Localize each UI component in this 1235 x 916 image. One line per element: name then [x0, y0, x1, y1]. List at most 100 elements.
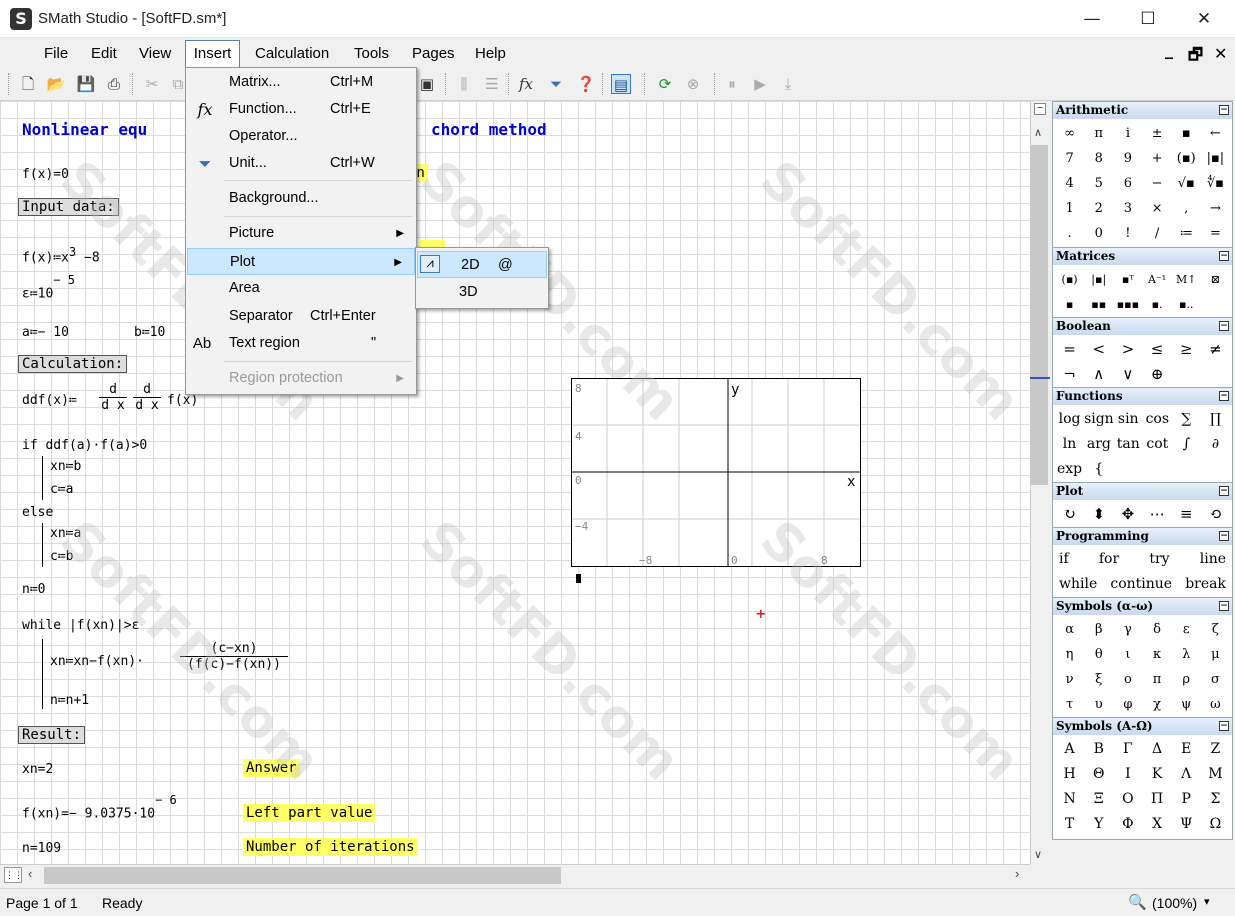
greek_upper-button[interactable]: Κ	[1142, 762, 1171, 787]
function-icon[interactable]: fx	[516, 74, 536, 94]
greek_lower-button[interactable]: ω	[1201, 692, 1230, 717]
arithmetic-button[interactable]: ←	[1201, 121, 1230, 146]
functions-button[interactable]: sin	[1114, 407, 1143, 432]
greek_upper-button[interactable]: Φ	[1113, 812, 1142, 837]
matrices-button[interactable]: ▪▪▪	[1113, 292, 1142, 317]
vertical-scroll-thumb[interactable]	[1031, 145, 1048, 485]
scroll-right-icon[interactable]: ›	[1015, 866, 1019, 881]
functions-button[interactable]: ∫	[1172, 432, 1201, 457]
menu-insert-separator[interactable]: Separator Ctrl+Enter	[186, 303, 416, 330]
greek_lower-button[interactable]: ρ	[1172, 667, 1201, 692]
greek_lower-button[interactable]: δ	[1142, 617, 1171, 642]
programming-button[interactable]: if	[1059, 547, 1069, 572]
greek_lower-button[interactable]: θ	[1084, 642, 1113, 667]
boolean-button[interactable]: ⊕	[1142, 362, 1171, 387]
step-icon[interactable]: ⤓	[778, 74, 798, 94]
greek_upper-button[interactable]: Σ	[1201, 787, 1230, 812]
functions-button[interactable]: ∂	[1201, 432, 1230, 457]
functions-button[interactable]: log	[1055, 407, 1084, 432]
greek_lower-button[interactable]: ι	[1113, 642, 1142, 667]
arithmetic-button[interactable]: 3	[1113, 196, 1142, 221]
greek_upper-button[interactable]: Ω	[1201, 812, 1230, 837]
arithmetic-button[interactable]: ,	[1172, 196, 1201, 221]
arithmetic-button[interactable]: 6	[1113, 171, 1142, 196]
greek_upper-button[interactable]: Ο	[1113, 787, 1142, 812]
menu-insert-function[interactable]: fx Function... Ctrl+E	[186, 96, 416, 123]
greek_lower-button[interactable]: φ	[1113, 692, 1142, 717]
arithmetic-button[interactable]: !	[1113, 221, 1142, 246]
menu-insert-background[interactable]: Background...	[186, 185, 416, 212]
menu-insert-area[interactable]: Area	[186, 275, 416, 302]
greek_upper-button[interactable]: Ρ	[1172, 787, 1201, 812]
greek_upper-button[interactable]: Ε	[1172, 737, 1201, 762]
plot-button[interactable]: ✥	[1113, 502, 1142, 527]
functions-button[interactable]: cot	[1143, 432, 1172, 457]
greek_upper-button[interactable]: Δ	[1142, 737, 1171, 762]
greek_lower-button[interactable]: ξ	[1084, 667, 1113, 692]
greek_lower-button[interactable]: ε	[1172, 617, 1201, 642]
arithmetic-button[interactable]: 4	[1055, 171, 1084, 196]
matrices-button[interactable]: ⊠	[1201, 267, 1230, 292]
menu-insert-matrix[interactable]: Matrix... Ctrl+M	[186, 69, 416, 96]
programming-button[interactable]: break	[1185, 572, 1226, 597]
boolean-button[interactable]: ≥	[1172, 337, 1201, 362]
align-vertical-icon[interactable]: ☰	[482, 74, 502, 94]
arithmetic-button[interactable]: 8	[1084, 146, 1113, 171]
plot-button[interactable]: ↻	[1055, 502, 1084, 527]
stop-icon[interactable]: ⊗	[683, 74, 703, 94]
boolean-button[interactable]: =	[1055, 337, 1084, 362]
arithmetic-button[interactable]: 1	[1055, 196, 1084, 221]
arithmetic-button[interactable]: |▪|	[1201, 146, 1230, 171]
arithmetic-button[interactable]: 9	[1113, 146, 1142, 171]
greek_lower-button[interactable]: ν	[1055, 667, 1084, 692]
zoom-level[interactable]: (100%)	[1152, 895, 1197, 911]
boolean-button[interactable]: ∧	[1084, 362, 1113, 387]
menu-insert[interactable]: Insert	[185, 40, 240, 68]
programming-button[interactable]: continue	[1110, 572, 1172, 597]
arithmetic-button[interactable]: →	[1201, 196, 1230, 221]
greek_upper-button[interactable]: Μ	[1201, 762, 1230, 787]
greek_upper-button[interactable]: Ψ	[1172, 812, 1201, 837]
pages-view-icon[interactable]: ▤	[611, 74, 631, 94]
matrices-button[interactable]: ▪ᵀ	[1113, 267, 1142, 292]
menu-pages[interactable]: Pages	[412, 44, 455, 64]
boolean-button[interactable]: <	[1084, 337, 1113, 362]
functions-button[interactable]: ln	[1055, 432, 1084, 457]
boolean-button[interactable]: ≠	[1201, 337, 1230, 362]
menu-tools[interactable]: Tools	[354, 44, 389, 64]
greek_upper-button[interactable]: Τ	[1055, 812, 1084, 837]
greek_upper-button[interactable]: Α	[1055, 737, 1084, 762]
functions-button[interactable]: arg	[1084, 432, 1114, 457]
functions-button[interactable]: tan	[1114, 432, 1143, 457]
greek_upper-button[interactable]: Π	[1142, 787, 1171, 812]
greek_lower-button[interactable]: σ	[1201, 667, 1230, 692]
close-button[interactable]: ✕	[1176, 0, 1232, 38]
greek_lower-button[interactable]: π	[1142, 667, 1171, 692]
matrices-button[interactable]: ▪.	[1142, 292, 1171, 317]
arithmetic-button[interactable]: .	[1055, 221, 1084, 246]
matrices-button[interactable]: ▪..	[1172, 292, 1201, 317]
boolean-button[interactable]: ∨	[1113, 362, 1142, 387]
greek_lower-button[interactable]: χ	[1142, 692, 1171, 717]
greek_lower-button[interactable]: γ	[1113, 617, 1142, 642]
arithmetic-button[interactable]: 7	[1055, 146, 1084, 171]
plot-2d[interactable]: 8 4 0 −4 −8 0 8 y x	[571, 378, 862, 569]
border-icon[interactable]: ▣	[417, 74, 437, 94]
greek_lower-button[interactable]: η	[1055, 642, 1084, 667]
greek_lower-button[interactable]: λ	[1172, 642, 1201, 667]
plot-button[interactable]: ⟲	[1201, 502, 1230, 527]
greek_lower-button[interactable]: τ	[1055, 692, 1084, 717]
zoom-dropdown-icon[interactable]: ▾	[1204, 895, 1210, 908]
greek_lower-button[interactable]: μ	[1201, 642, 1230, 667]
menu-calculation[interactable]: Calculation	[255, 44, 329, 64]
arithmetic-button[interactable]: (▪)	[1172, 146, 1201, 171]
mdi-close-button[interactable]: ✕	[1214, 44, 1227, 63]
plot-button[interactable]: ⬍	[1084, 502, 1113, 527]
pause-icon[interactable]: ⏸	[722, 74, 742, 94]
recalculate-icon[interactable]: ⟳	[655, 74, 675, 94]
unit-icon[interactable]: ⏷	[546, 74, 566, 94]
new-file-icon[interactable]: 🗋	[18, 74, 38, 94]
greek_lower-button[interactable]: ψ	[1172, 692, 1201, 717]
boolean-button[interactable]: >	[1113, 337, 1142, 362]
matrices-button[interactable]: A⁻¹	[1142, 267, 1171, 292]
